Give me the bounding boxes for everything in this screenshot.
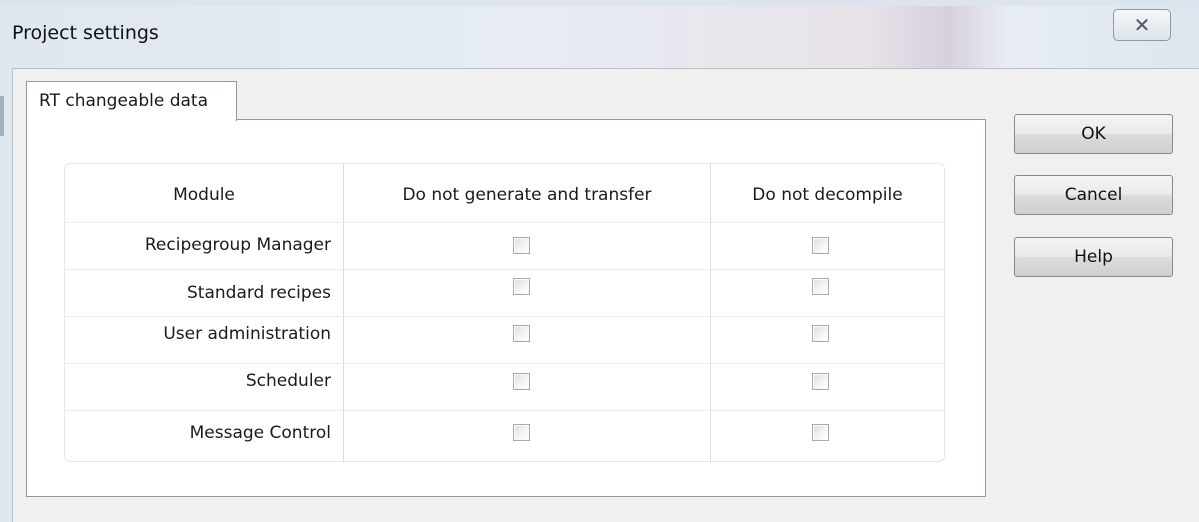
checkbox-message-control-do-not-generate[interactable]	[513, 424, 530, 441]
column-header-module: Module	[173, 185, 235, 205]
window-top-edge	[0, 0, 1199, 6]
row-divider	[65, 269, 944, 270]
help-button[interactable]: Help	[1014, 237, 1173, 277]
module-label-recipegroup-manager: Recipegroup Manager	[144, 235, 331, 255]
checkbox-scheduler-do-not-generate[interactable]	[513, 373, 530, 390]
module-label-message-control: Message Control	[189, 423, 331, 443]
close-button[interactable]: ✕	[1113, 9, 1171, 41]
ok-button[interactable]: OK	[1014, 114, 1173, 154]
row-divider	[65, 410, 944, 411]
cancel-button[interactable]: Cancel	[1014, 175, 1173, 215]
row-divider	[65, 222, 944, 223]
row-divider	[65, 316, 944, 317]
modules-table	[64, 163, 945, 462]
checkbox-user-administration-do-not-generate[interactable]	[513, 325, 530, 342]
window-left-edge-mark	[0, 96, 4, 136]
column-divider	[343, 163, 344, 462]
checkbox-scheduler-do-not-decompile[interactable]	[812, 373, 829, 390]
column-header-do-not-generate: Do not generate and transfer	[402, 185, 652, 205]
checkbox-standard-recipes-do-not-generate[interactable]	[513, 278, 530, 295]
column-header-do-not-decompile: Do not decompile	[752, 185, 903, 205]
checkbox-user-administration-do-not-decompile[interactable]	[812, 325, 829, 342]
project-settings-dialog: Project settings ✕ RT changeable data Mo…	[0, 0, 1199, 522]
close-icon: ✕	[1133, 13, 1151, 37]
checkbox-recipegroup-manager-do-not-generate[interactable]	[513, 237, 530, 254]
column-divider	[710, 163, 711, 462]
dialog-title: Project settings	[12, 22, 159, 44]
checkbox-standard-recipes-do-not-decompile[interactable]	[812, 278, 829, 295]
checkbox-message-control-do-not-decompile[interactable]	[812, 424, 829, 441]
module-label-scheduler: Scheduler	[245, 371, 331, 391]
module-label-user-administration: User administration	[163, 324, 331, 344]
row-divider	[65, 363, 944, 364]
module-label-standard-recipes: Standard recipes	[187, 283, 331, 303]
checkbox-recipegroup-manager-do-not-decompile[interactable]	[812, 237, 829, 254]
tab-rt-changeable-data[interactable]: RT changeable data	[26, 81, 237, 121]
